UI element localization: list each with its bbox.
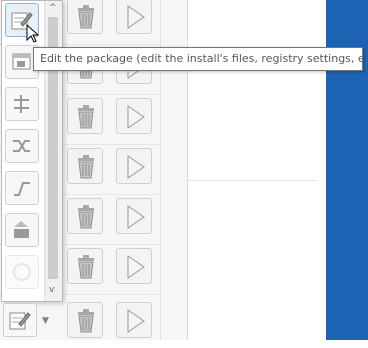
action-dropdown[interactable]: ^ v bbox=[1, 0, 63, 302]
shuffle-icon bbox=[13, 140, 30, 152]
route-icon bbox=[14, 182, 30, 196]
trash-icon bbox=[78, 255, 94, 279]
mouse-cursor-icon bbox=[26, 24, 40, 43]
delete-button[interactable] bbox=[67, 0, 103, 34]
play-icon bbox=[127, 5, 145, 29]
trash-icon bbox=[78, 309, 94, 333]
selected-action[interactable] bbox=[3, 303, 37, 337]
play-icon bbox=[127, 105, 145, 129]
delete-button[interactable] bbox=[67, 302, 103, 338]
play-icon bbox=[127, 255, 145, 279]
tree-structure-icon bbox=[14, 95, 29, 113]
play-icon bbox=[127, 205, 145, 229]
disabled-icon bbox=[13, 263, 31, 281]
run-button[interactable] bbox=[116, 302, 152, 338]
chevron-down-icon[interactable]: ▼ bbox=[42, 316, 49, 326]
play-icon bbox=[127, 155, 145, 179]
run-button[interactable] bbox=[116, 148, 152, 184]
dropdown-option-install[interactable] bbox=[5, 213, 39, 247]
trash-icon bbox=[78, 5, 94, 29]
divider bbox=[188, 180, 318, 181]
tooltip: Edit the package (edit the install's fil… bbox=[33, 47, 363, 71]
delete-button[interactable] bbox=[67, 148, 103, 184]
pencil-notepad-icon bbox=[9, 312, 31, 330]
scroll-up-arrow[interactable]: ^ bbox=[49, 3, 57, 13]
trash-icon bbox=[78, 105, 94, 129]
delete-button[interactable] bbox=[67, 198, 103, 234]
delete-button[interactable] bbox=[67, 248, 103, 284]
play-icon bbox=[127, 309, 145, 333]
delete-button[interactable] bbox=[67, 98, 103, 134]
trash-icon bbox=[78, 205, 94, 229]
dropdown-option-disabled bbox=[5, 255, 39, 289]
run-button[interactable] bbox=[116, 248, 152, 284]
main-window: ^ v ▼ Edit the package (edit the install… bbox=[0, 0, 368, 340]
run-button[interactable] bbox=[116, 98, 152, 134]
scroll-down-arrow[interactable]: v bbox=[49, 285, 54, 295]
dropdown-scrollbar[interactable]: ^ v bbox=[44, 1, 62, 301]
dropdown-option-shuffle[interactable] bbox=[5, 129, 39, 163]
dropdown-option-tree[interactable] bbox=[5, 87, 39, 121]
dropdown-option-route[interactable] bbox=[5, 171, 39, 205]
trash-icon bbox=[78, 155, 94, 179]
action-combobox[interactable]: ▼ bbox=[0, 302, 60, 338]
window-package-icon bbox=[12, 53, 31, 70]
run-button[interactable] bbox=[116, 198, 152, 234]
run-button[interactable] bbox=[116, 0, 152, 34]
package-install-icon bbox=[14, 221, 29, 238]
